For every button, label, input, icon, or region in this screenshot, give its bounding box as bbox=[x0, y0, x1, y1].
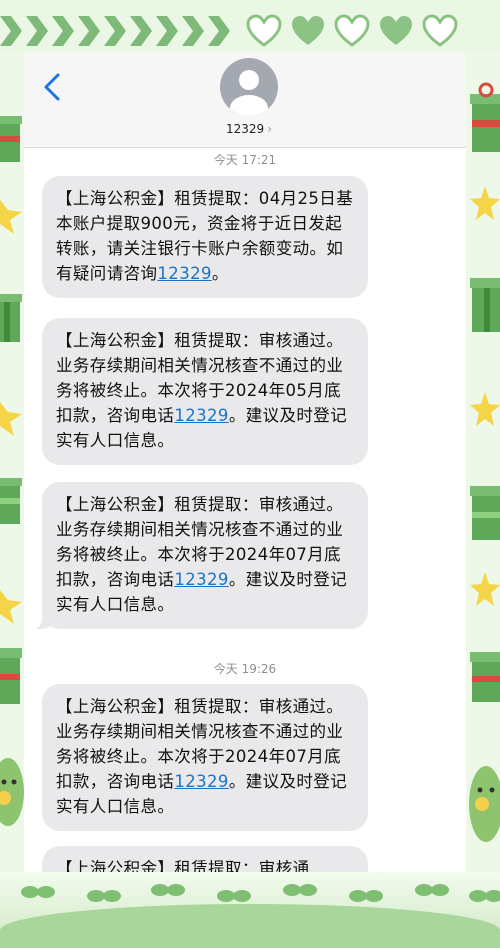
gift-box-icon bbox=[470, 82, 500, 152]
chevron-left-icon bbox=[44, 73, 60, 101]
gift-box-icon bbox=[0, 478, 22, 524]
gift-box-icon bbox=[470, 486, 500, 540]
contact-name[interactable]: 12329 › bbox=[24, 122, 466, 136]
hearts-decoration bbox=[246, 14, 466, 48]
message-bubble[interactable]: 【上海公积金】租赁提取：04月25日基本账户提取900元，资金将于近日发起转账，… bbox=[42, 176, 368, 298]
heart-outline-icon bbox=[246, 14, 282, 47]
heart-filled-icon bbox=[292, 16, 324, 45]
star-icon bbox=[0, 402, 22, 436]
pea-character-icon bbox=[469, 766, 500, 842]
gift-box-icon bbox=[470, 652, 500, 702]
star-icon bbox=[470, 572, 500, 606]
phone-link[interactable]: 12329 bbox=[157, 264, 212, 283]
gift-box-icon bbox=[0, 294, 22, 342]
decorative-frame-top bbox=[0, 0, 500, 52]
contact-number: 12329 bbox=[226, 122, 265, 136]
gift-box-icon bbox=[0, 116, 22, 162]
star-icon bbox=[470, 392, 500, 426]
message-bubble[interactable]: 【上海公积金】租赁提取：审核通过。业务存续期间相关情况核查不通过的业务将被终止。… bbox=[42, 318, 368, 465]
chevron-border-decoration bbox=[0, 16, 234, 46]
message-text-end: 。 bbox=[211, 264, 229, 283]
gift-box-icon bbox=[470, 278, 500, 332]
pea-character-icon bbox=[0, 758, 24, 826]
decorative-frame-right bbox=[466, 52, 500, 872]
timestamp: 今天 17:21 bbox=[213, 153, 277, 167]
phone-link[interactable]: 12329 bbox=[174, 406, 229, 425]
messages-screen: 12329 › 今天 17:21 【上海公积金】租赁提取：04月25日基本账户提取… bbox=[24, 52, 466, 872]
decorative-frame-left bbox=[0, 52, 24, 872]
decorative-frame-bottom bbox=[0, 872, 500, 948]
timestamp: 今天 19:26 bbox=[213, 662, 277, 676]
avatar[interactable] bbox=[220, 58, 278, 116]
message-bubble[interactable]: 【上海公积金】租赁提取：审核通过。业务存续期间相关情况核查不通过的业务将被终止。… bbox=[42, 684, 368, 831]
phone-link[interactable]: 12329 bbox=[174, 772, 229, 791]
message-text: 【上海公积金】租赁提取：审核通 bbox=[56, 859, 310, 872]
star-icon bbox=[470, 186, 500, 220]
gift-box-icon bbox=[0, 648, 22, 704]
message-bubble[interactable]: 【上海公积金】租赁提取：审核通过。业务存续期间相关情况核查不通过的业务将被终止。… bbox=[32, 482, 368, 629]
message-bubble[interactable]: 【上海公积金】租赁提取：审核通 bbox=[42, 846, 368, 872]
star-icon bbox=[0, 590, 22, 624]
back-button[interactable] bbox=[38, 70, 68, 104]
person-silhouette-icon bbox=[230, 70, 268, 116]
conversation-header: 12329 › bbox=[24, 52, 466, 148]
heart-outline-icon bbox=[422, 14, 458, 47]
phone-link[interactable]: 12329 bbox=[174, 570, 229, 589]
star-icon bbox=[0, 200, 22, 234]
chevron-right-icon: › bbox=[267, 122, 272, 136]
heart-outline-icon bbox=[334, 14, 370, 47]
heart-filled-icon bbox=[380, 16, 412, 45]
